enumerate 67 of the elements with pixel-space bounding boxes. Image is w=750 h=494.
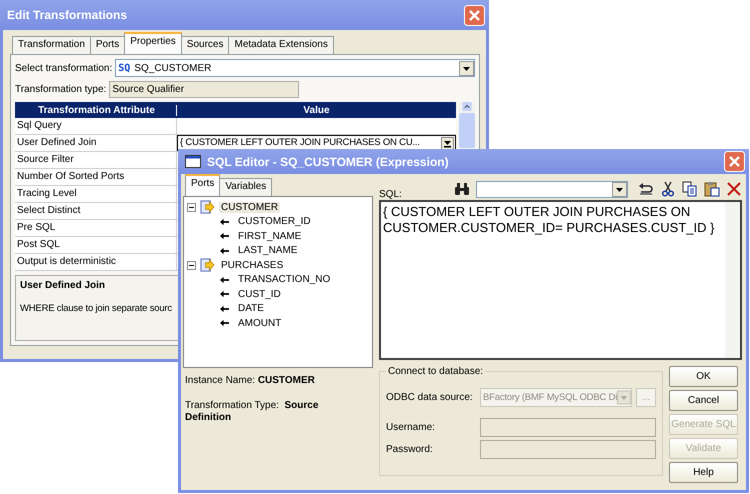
field-label: Username: [386, 422, 436, 432]
tab[interactable]: Properties [124, 32, 182, 54]
password-field[interactable] [480, 440, 656, 458]
tree-item[interactable]: TRANSACTION_NO [236, 274, 332, 286]
tree-item[interactable]: LAST_NAME [236, 245, 300, 256]
field-label: Password: [386, 444, 434, 454]
transformation-dropdown[interactable]: SQ SQ_CUSTOMER [115, 59, 475, 77]
description-title: User Defined Join [20, 280, 106, 291]
description-text: WHERE clause to join separate sourc [20, 303, 173, 314]
group-title: Connect to database: [387, 366, 484, 377]
paste-icon[interactable] [704, 181, 720, 197]
tree-item[interactable]: CUST_ID [236, 288, 283, 300]
tab[interactable]: Metadata Extensions [228, 36, 334, 54]
field-label: ODBC data source: [386, 392, 474, 402]
collapse-icon[interactable] [187, 260, 196, 270]
field-label: Transformation type: [15, 84, 106, 95]
close-icon[interactable] [464, 4, 485, 26]
dropdown-value: SQ_CUSTOMER [134, 62, 212, 74]
dialog-button[interactable]: OK [669, 366, 738, 387]
source-icon [200, 258, 215, 273]
collapse-icon[interactable] [187, 202, 196, 212]
tree-item[interactable]: CUSTOMER_ID [236, 216, 313, 228]
table-cell: Sql Query [15, 118, 177, 134]
scrollbar[interactable] [459, 102, 475, 148]
tab[interactable]: Variables [219, 178, 272, 196]
dialog-button[interactable]: Cancel [669, 390, 738, 411]
binoculars-icon[interactable] [454, 181, 470, 197]
table-cell: Output is deterministic [15, 254, 177, 270]
window-title: Edit Transformations [7, 8, 128, 22]
table-cell: Post SQL [15, 237, 177, 253]
undo-icon[interactable] [638, 181, 654, 197]
table-cell: Pre SQL [15, 220, 177, 236]
tree-item[interactable]: DATE [236, 303, 266, 314]
window-icon [185, 155, 201, 168]
table-cell: User Defined Join [15, 135, 177, 151]
column-header: Transformation Attribute [15, 104, 177, 116]
sql-editor[interactable]: { CUSTOMER LEFT OUTER JOIN PURCHASES ON CUSTOMER.CUSTOMER_ID= PURCHASES.CUST_ID } [379, 200, 742, 360]
tab[interactable]: Ports [185, 174, 220, 196]
username-field[interactable] [480, 418, 656, 436]
column-header: Value [302, 104, 331, 116]
table-cell: Tracing Level [15, 186, 177, 202]
tree-item[interactable]: AMOUNT [236, 318, 284, 329]
close-icon[interactable] [724, 151, 745, 172]
window-title: SQL Editor - SQ_CUSTOMER (Expression) [207, 154, 450, 168]
sq-label: SQ [118, 62, 130, 74]
tab[interactable]: Transformation [12, 36, 91, 54]
tree-item[interactable]: PURCHASES [219, 260, 286, 271]
tab[interactable]: Ports [90, 36, 126, 54]
tree-item[interactable]: FIRST_NAME [236, 230, 304, 242]
copy-icon[interactable] [682, 181, 698, 197]
sql-text-line: CUSTOMER.CUSTOMER_ID= PURCHASES.CUST_ID } [383, 220, 716, 236]
dialog-button[interactable]: Help [669, 462, 738, 483]
sql-label: SQL: [379, 189, 402, 200]
info-text: Instance Name: CUSTOMER [184, 375, 316, 386]
sql-text-line: { CUSTOMER LEFT OUTER JOIN PURCHASES ON [383, 204, 692, 220]
scrollbar[interactable] [725, 202, 740, 358]
table-cell: Select Distinct [15, 203, 177, 219]
cut-icon[interactable] [660, 181, 676, 197]
field-label: Select transformation: [15, 62, 112, 74]
source-icon [200, 200, 215, 215]
tab[interactable]: Sources [180, 36, 230, 54]
info-text: Transformation Type: Source Definition [184, 400, 320, 424]
delete-icon[interactable] [726, 181, 742, 197]
table-cell: Source Filter [15, 152, 177, 168]
table-cell: Number Of Sorted Ports [15, 169, 177, 185]
tree-item[interactable]: CUSTOMER [219, 202, 280, 213]
transformation-type-field: Source Qualifier [109, 81, 300, 98]
